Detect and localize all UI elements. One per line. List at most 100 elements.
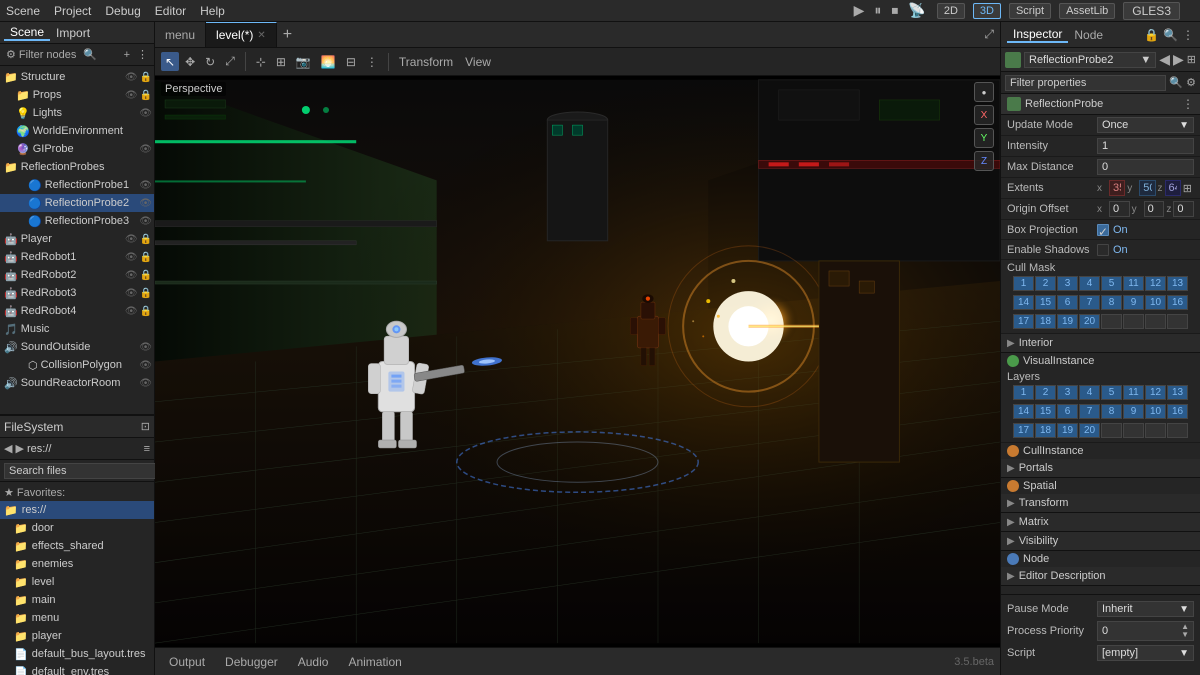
- cull-mask-20[interactable]: 20: [1079, 314, 1100, 329]
- tree-item-redrobot2[interactable]: 🤖 RedRobot2 👁 🔒: [0, 266, 154, 284]
- tab-close-level[interactable]: ✕: [257, 30, 265, 41]
- layer-e2[interactable]: [1123, 423, 1144, 438]
- tree-item-props[interactable]: 📁 Props 👁 🔒: [0, 86, 154, 104]
- extents-z-input[interactable]: [1165, 180, 1181, 196]
- fs-item-res---[interactable]: 📁 res://: [0, 501, 154, 519]
- eye-icon[interactable]: 👁: [125, 234, 138, 245]
- maximize-viewport-button[interactable]: ⤢: [978, 27, 1000, 42]
- local-space-button[interactable]: ⊹: [252, 53, 270, 71]
- eye-icon[interactable]: 👁: [139, 342, 152, 353]
- priority-down-button[interactable]: ▼: [1181, 631, 1189, 639]
- cull-mask-4[interactable]: 4: [1079, 276, 1100, 291]
- fs-item-default-env-tres[interactable]: 📄 default_env.tres: [0, 663, 154, 675]
- cull-mask-11[interactable]: 11: [1123, 276, 1144, 291]
- cull-mask-e4[interactable]: [1167, 314, 1188, 329]
- grid-button[interactable]: ⊟: [342, 53, 360, 71]
- tab-scene[interactable]: Scene: [4, 25, 50, 41]
- layer-2[interactable]: 2: [1035, 385, 1056, 400]
- cull-mask-1[interactable]: 1: [1013, 276, 1034, 291]
- inspector-history-button[interactable]: 🔍: [1163, 28, 1178, 42]
- play-button[interactable]: ▶: [851, 1, 868, 20]
- cull-mask-5[interactable]: 5: [1101, 276, 1122, 291]
- layer-11[interactable]: 11: [1123, 385, 1144, 400]
- tree-item-reflectionprobe3[interactable]: 🔵 ReflectionProbe3 👁: [0, 212, 154, 230]
- eye-icon[interactable]: 👁: [139, 378, 152, 389]
- view-button[interactable]: View: [461, 53, 495, 71]
- mode-3d[interactable]: 3D: [973, 3, 1001, 19]
- more-options-button[interactable]: ⋮: [135, 47, 150, 62]
- layer-8[interactable]: 8: [1101, 404, 1122, 419]
- tree-item-lights[interactable]: 💡 Lights 👁: [0, 104, 154, 122]
- eye-icon[interactable]: 👁: [139, 108, 152, 119]
- menu-editor[interactable]: Editor: [155, 4, 186, 18]
- eye-icon[interactable]: 👁: [125, 306, 138, 317]
- layer-e4[interactable]: [1167, 423, 1188, 438]
- filter-options-button[interactable]: ⚙: [1186, 76, 1196, 89]
- lock-icon[interactable]: 🔒: [140, 90, 152, 101]
- node-name-select[interactable]: ReflectionProbe2 ▼: [1024, 52, 1156, 68]
- section-editor-description[interactable]: ▶ Editor Description: [1001, 567, 1200, 586]
- inspector-lock-button[interactable]: 🔒: [1144, 28, 1159, 42]
- cull-mask-15[interactable]: 15: [1035, 295, 1056, 310]
- fs-back-button[interactable]: ◀: [4, 442, 12, 455]
- inspector-nav-prev[interactable]: ◀: [1159, 51, 1170, 68]
- layer-16[interactable]: 16: [1167, 404, 1188, 419]
- vc-perspective-btn[interactable]: ●: [974, 82, 994, 102]
- fs-forward-button[interactable]: ▶: [15, 442, 23, 455]
- layer-14[interactable]: 14: [1013, 404, 1034, 419]
- fs-item-level[interactable]: 📁 level: [0, 573, 154, 591]
- add-node-button[interactable]: +: [122, 48, 132, 62]
- cull-mask-19[interactable]: 19: [1057, 314, 1078, 329]
- component-more-button[interactable]: ⋮: [1182, 97, 1194, 111]
- tree-item-redrobot3[interactable]: 🤖 RedRobot3 👁 🔒: [0, 284, 154, 302]
- extents-x-input[interactable]: [1109, 180, 1125, 196]
- lock-icon[interactable]: 🔒: [140, 270, 152, 281]
- tab-audio[interactable]: Audio: [290, 653, 337, 671]
- eye-icon[interactable]: 👁: [125, 252, 138, 263]
- fs-item-effects-shared[interactable]: 📁 effects_shared: [0, 537, 154, 555]
- eye-icon[interactable]: 👁: [139, 180, 152, 191]
- tree-item-music[interactable]: 🎵 Music: [0, 320, 154, 338]
- layer-6[interactable]: 6: [1057, 404, 1078, 419]
- inspector-object-button[interactable]: ⊞: [1187, 53, 1196, 66]
- eye-icon[interactable]: 👁: [125, 72, 138, 83]
- menu-scene[interactable]: Scene: [6, 4, 40, 18]
- tree-item-structure[interactable]: 📁 Structure 👁 🔒: [0, 68, 154, 86]
- section-matrix[interactable]: ▶ Matrix: [1001, 513, 1200, 532]
- move-tool-button[interactable]: ✥: [181, 52, 199, 71]
- extents-more-button[interactable]: ⊞: [1181, 182, 1194, 195]
- enable-shadows-toggle[interactable]: On: [1097, 244, 1128, 256]
- layer-1[interactable]: 1: [1013, 385, 1034, 400]
- filter-properties-input[interactable]: [1005, 75, 1166, 91]
- filesystem-expand-button[interactable]: ⊡: [141, 420, 150, 433]
- eye-icon[interactable]: 👁: [139, 198, 152, 209]
- lock-icon[interactable]: 🔒: [140, 306, 152, 317]
- tab-node[interactable]: Node: [1068, 28, 1109, 42]
- tree-item-soundoutside[interactable]: 🔊 SoundOutside 👁: [0, 338, 154, 356]
- lock-icon[interactable]: 🔒: [140, 234, 152, 245]
- tab-inspector[interactable]: Inspector: [1007, 27, 1068, 43]
- cull-mask-2[interactable]: 2: [1035, 276, 1056, 291]
- menu-debug[interactable]: Debug: [105, 4, 140, 18]
- lock-icon[interactable]: 🔒: [140, 252, 152, 263]
- fs-collapse-button[interactable]: ≡: [144, 443, 150, 455]
- add-tab-button[interactable]: +: [277, 26, 298, 44]
- mode-assetlib[interactable]: AssetLib: [1059, 3, 1115, 19]
- script-select[interactable]: [empty] ▼: [1097, 645, 1194, 661]
- update-mode-select[interactable]: Once ▼: [1097, 117, 1194, 133]
- layer-7[interactable]: 7: [1079, 404, 1100, 419]
- tab-import[interactable]: Import: [50, 26, 96, 40]
- intensity-input[interactable]: [1097, 138, 1194, 154]
- box-projection-checkbox[interactable]: ✓: [1097, 224, 1109, 236]
- layer-13[interactable]: 13: [1167, 385, 1188, 400]
- box-projection-toggle[interactable]: ✓ On: [1097, 224, 1128, 236]
- lock-icon[interactable]: 🔒: [140, 288, 152, 299]
- tree-item-redrobot4[interactable]: 🤖 RedRobot4 👁 🔒: [0, 302, 154, 320]
- menu-project[interactable]: Project: [54, 4, 91, 18]
- tab-output[interactable]: Output: [161, 653, 213, 671]
- fs-item-player[interactable]: 📁 player: [0, 627, 154, 645]
- pause-mode-select[interactable]: Inherit ▼: [1097, 601, 1194, 617]
- remote-button[interactable]: 📡: [905, 1, 928, 20]
- tree-item-soundreactorroom[interactable]: 🔊 SoundReactorRoom 👁: [0, 374, 154, 392]
- fs-item-menu[interactable]: 📁 menu: [0, 609, 154, 627]
